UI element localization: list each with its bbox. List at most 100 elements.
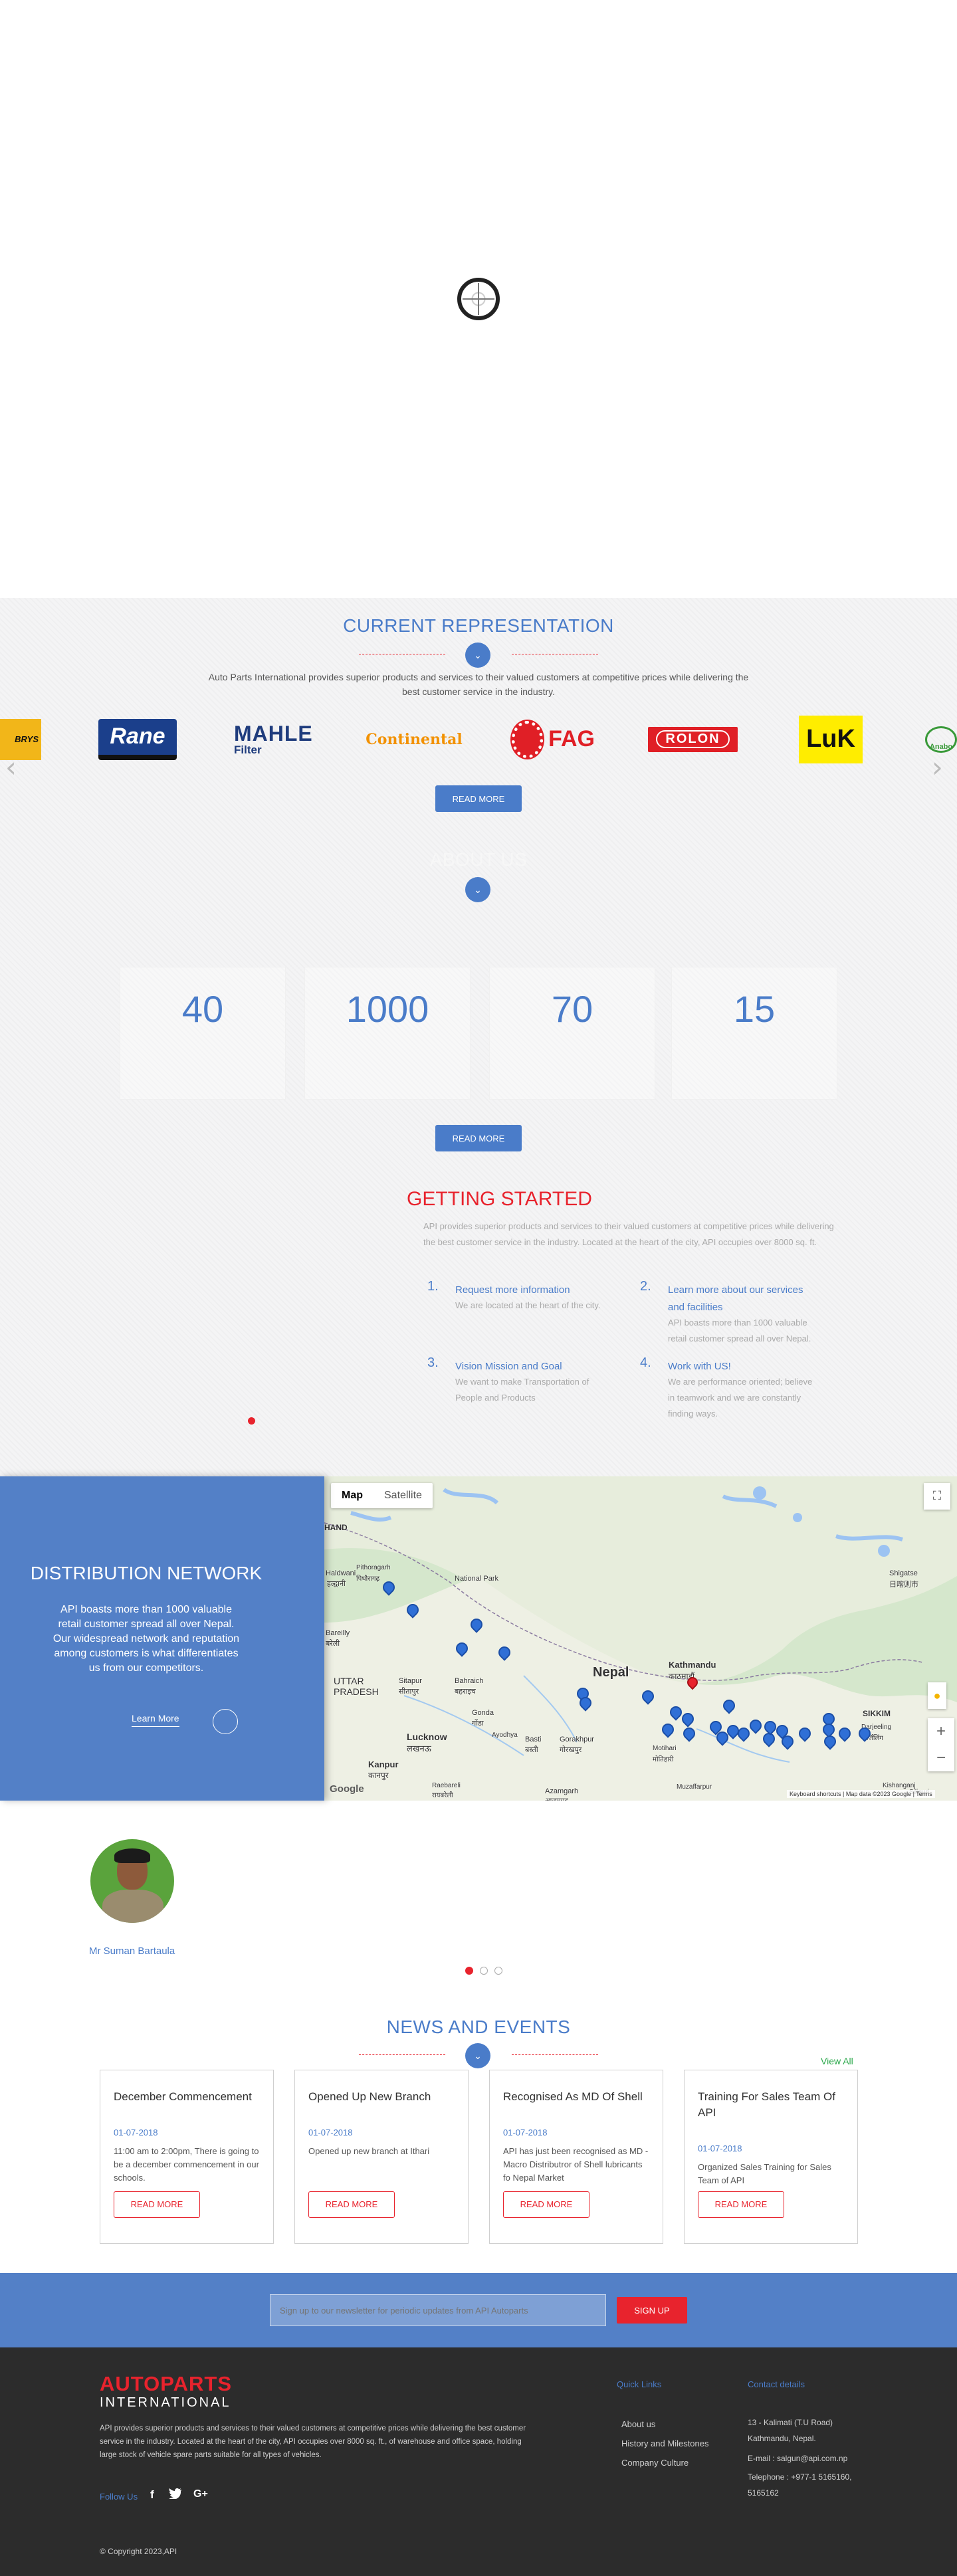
brand-logo-brys[interactable]: BRYS <box>0 714 41 764</box>
about-divider: ⌄ <box>359 876 598 902</box>
sign-up-button[interactable]: SIGN UP <box>617 2297 687 2324</box>
map-place-label: SIKKIM <box>863 1709 891 1718</box>
map-place-label: बस्ती <box>525 1746 538 1754</box>
distribution-map[interactable]: Map Satellite ⛶ ● + − HAND Pithoragarh पिथ… <box>324 1476 957 1801</box>
brand-logo-continental[interactable]: Continental <box>364 714 464 764</box>
brand-logo-fag[interactable]: FAG <box>512 714 595 764</box>
map-place-label: Shigatse <box>889 1569 918 1577</box>
brand-logo-anabo[interactable]: Anabo <box>925 714 957 764</box>
counter-box: 40 <box>120 967 286 1100</box>
footer-logo[interactable]: AUTOPARTS INTERNATIONAL <box>100 2373 232 2411</box>
contact-phone: 5165162 <box>748 2488 779 2498</box>
contact-address-line: Kathmandu, Nepal. <box>748 2434 816 2443</box>
fullscreen-icon[interactable]: ⛶ <box>924 1483 950 1510</box>
testimonial-avatar <box>90 1839 174 1923</box>
map-place-label: बरेली <box>326 1640 340 1648</box>
street-view-pegman-icon[interactable]: ● <box>928 1682 946 1709</box>
about-read-more-button[interactable]: READ MORE <box>435 1125 522 1151</box>
slider-dot-icon[interactable] <box>248 1417 255 1425</box>
page-loader <box>0 0 957 598</box>
map-place-label: 日喀则市 <box>889 1581 918 1589</box>
map-place-label: रायबरेली <box>432 1792 453 1799</box>
slider-dot-icon[interactable] <box>494 1967 502 1975</box>
news-title: NEWS AND EVENTS <box>386 2017 571 2037</box>
map-place-label: Gorakhpur <box>560 1735 594 1743</box>
map-place-label: Bareilly <box>326 1629 350 1637</box>
footer-link-history[interactable]: History and Milestones <box>621 2438 709 2448</box>
slider-dot-icon[interactable] <box>480 1967 488 1975</box>
learn-more-link[interactable]: Learn More <box>132 1713 179 1727</box>
getting-started-item-1[interactable]: 1. Request more information We are locat… <box>427 1279 627 1326</box>
map-place-label: लखनऊ <box>407 1743 431 1753</box>
representation-description: Auto Parts International provides superi… <box>208 672 749 697</box>
quick-links-title: Quick Links <box>617 2379 662 2389</box>
distribution-title: DISTRIBUTION NETWORK <box>30 1563 263 1583</box>
chevron-down-icon: ⌄ <box>465 643 490 668</box>
footer-link-about-us[interactable]: About us <box>621 2419 655 2429</box>
twitter-icon[interactable] <box>169 2488 182 2500</box>
map-place-label: Pithoragarh <box>356 1564 391 1571</box>
footer-link-culture[interactable]: Company Culture <box>621 2458 689 2468</box>
view-all-link[interactable]: View All <box>821 2056 853 2066</box>
map-place-label: गोंडा <box>472 1720 484 1728</box>
map-place-label: Bahraich <box>455 1677 484 1685</box>
news-card: Opened Up New Branch 01-07-2018 Opened u… <box>294 2070 469 2244</box>
brand-logo-mahle[interactable]: MAHLE Filter <box>234 714 314 764</box>
map-place-label: Kanpur <box>368 1759 399 1769</box>
testimonial-pagination <box>465 1967 506 1975</box>
getting-started-item-3[interactable]: 3. Vision Mission and Goal We want to ma… <box>427 1355 627 1409</box>
google-plus-icon[interactable]: G+ <box>193 2488 208 2500</box>
getting-started-item-2[interactable]: 2. Learn more about our services and fac… <box>640 1279 839 1352</box>
zoom-in-icon[interactable]: + <box>928 1718 954 1745</box>
footer-about: API provides superior products and servi… <box>100 2425 526 2459</box>
getting-started-intro: API provides superior products and servi… <box>423 1221 834 1247</box>
loading-wheel-icon <box>457 278 500 320</box>
map-place-label: Gonda <box>472 1709 494 1717</box>
map-place-label: बहराइच <box>455 1688 476 1696</box>
map-place-label: मोतिहारी <box>653 1756 674 1763</box>
representation-title: CURRENT REPRESENTATION <box>343 615 614 636</box>
news-divider: ⌄ <box>359 2042 598 2068</box>
map-place-label: Lucknow <box>407 1732 447 1742</box>
distribution-panel: DISTRIBUTION NETWORK API boasts more tha… <box>0 1476 324 1801</box>
read-more-button[interactable]: READ MORE <box>503 2191 589 2218</box>
read-more-button[interactable]: READ MORE <box>114 2191 200 2218</box>
zoom-out-icon[interactable]: − <box>928 1745 954 1771</box>
slider-dot-icon[interactable] <box>465 1967 473 1975</box>
brand-logo-luk[interactable]: LuK <box>799 714 863 764</box>
newsletter-email-input[interactable] <box>270 2294 606 2326</box>
newsletter-bar: SIGN UP <box>0 2273 957 2347</box>
brand-logo-rane[interactable]: Rane <box>98 714 177 764</box>
counter-box: 15 <box>671 967 837 1100</box>
map-place-label: Azamgarh <box>545 1787 579 1795</box>
map-place-label: Muzaffarpur <box>677 1783 712 1791</box>
circle-icon <box>213 1709 238 1734</box>
map-place-label: UTTAR <box>334 1676 364 1686</box>
representation-read-more-button[interactable]: READ MORE <box>435 785 522 812</box>
contact-title: Contact details <box>748 2379 805 2389</box>
distribution-text: API boasts more than 1000 valuable retai… <box>53 1604 240 1674</box>
map-place-label: गोरखपुर <box>560 1746 582 1754</box>
contact-email[interactable]: E-mail : salgun@api.com.np <box>748 2454 847 2463</box>
about-title: ABOUT US <box>429 849 528 870</box>
facebook-icon[interactable]: f <box>150 2488 154 2502</box>
map-place-label: Kathmandu <box>669 1660 716 1670</box>
map-place-label: कानपुर <box>368 1771 389 1780</box>
map-tab[interactable]: Map <box>331 1483 373 1508</box>
testimonial-name: Mr Suman Bartaula <box>89 1945 175 1957</box>
counter-box: 70 <box>489 967 655 1100</box>
news-card: Training For Sales Team Of API 01-07-201… <box>684 2070 858 2244</box>
map-attribution[interactable]: Keyboard shortcuts | Map data ©2023 Goog… <box>787 1790 935 1798</box>
copyright: © Copyright 2023,API <box>100 2547 177 2556</box>
satellite-tab[interactable]: Satellite <box>373 1483 433 1508</box>
read-more-button[interactable]: READ MORE <box>308 2191 395 2218</box>
read-more-button[interactable]: READ MORE <box>698 2191 784 2218</box>
chevron-down-icon: ⌄ <box>465 2043 490 2068</box>
counter-box: 1000 <box>304 967 471 1100</box>
news-card: Recognised As MD Of Shell 01-07-2018 API… <box>489 2070 663 2244</box>
brand-logo-rolon[interactable]: ROLON <box>648 714 738 764</box>
map-type-control: Map Satellite <box>331 1483 433 1508</box>
chevron-down-icon: ⌄ <box>465 877 490 902</box>
map-place-label: Ayodhya <box>492 1732 518 1739</box>
getting-started-item-4[interactable]: 4. Work with US! We are performance orie… <box>640 1355 839 1422</box>
